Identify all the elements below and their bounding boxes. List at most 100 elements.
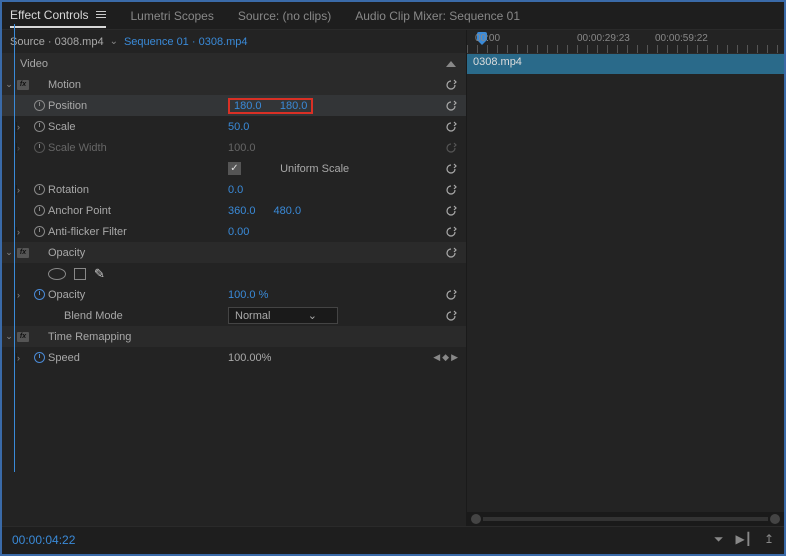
reset-icon[interactable] [444, 78, 458, 92]
chevron-down-icon[interactable] [5, 247, 13, 258]
scale-width-value: 100.0 [228, 142, 256, 154]
clip-bar[interactable]: 0308.mp4 [467, 54, 784, 74]
footer-bar: 00:00:04:22 ⏷ ▶┃ ↥ [2, 526, 784, 552]
antiflicker-label: Anti-flicker Filter [48, 226, 228, 238]
scale-width-row: Scale Width 100.0 [2, 137, 466, 158]
reset-icon[interactable] [444, 246, 458, 260]
opacity-effect-header[interactable]: Opacity [2, 242, 466, 263]
opacity-value[interactable]: 100.0 % [228, 289, 268, 301]
reset-icon[interactable] [444, 99, 458, 113]
position-row[interactable]: Position 180.0 180.0 [2, 95, 466, 116]
fx-badge-icon[interactable] [17, 332, 29, 342]
rect-mask-icon[interactable] [74, 268, 86, 280]
export-icon[interactable]: ↥ [764, 532, 774, 547]
collapse-icon[interactable] [446, 61, 456, 67]
chevron-down-icon[interactable] [5, 79, 13, 90]
tab-audio-mixer[interactable]: Audio Clip Mixer: Sequence 01 [355, 5, 520, 27]
mask-tools-row: ✎ [2, 263, 466, 284]
rotation-row[interactable]: Rotation 0.0 [2, 179, 466, 200]
pen-mask-icon[interactable]: ✎ [94, 266, 105, 282]
timeline-panel: 00:00 00:00:29:23 00:00:59:22 0308.mp4 [466, 30, 784, 526]
rotation-value[interactable]: 0.0 [228, 184, 243, 196]
reset-icon[interactable] [444, 183, 458, 197]
effect-controls-panel: Source · 0308.mp4 ⌄ Sequence 01 · 0308.m… [2, 30, 466, 526]
stopwatch-icon[interactable] [34, 205, 45, 216]
time-remap-label: Time Remapping [48, 331, 228, 343]
keyframe-nav: ◀◆▶ [433, 352, 458, 363]
stopwatch-icon[interactable] [34, 100, 45, 111]
add-keyframe-icon[interactable]: ◆ [442, 352, 449, 363]
speed-value: 100.00% [228, 352, 271, 364]
source-breadcrumb: Source · 0308.mp4 ⌄ Sequence 01 · 0308.m… [2, 30, 466, 54]
footer-icons: ⏷ ▶┃ ↥ [714, 532, 774, 547]
stopwatch-icon[interactable] [34, 289, 45, 300]
blend-mode-select[interactable]: Normal⌄ [228, 307, 338, 324]
opacity-value-row[interactable]: Opacity 100.0 % [2, 284, 466, 305]
rotation-label: Rotation [48, 184, 228, 196]
anchor-point-row[interactable]: Anchor Point 360.0480.0 [2, 200, 466, 221]
reset-icon[interactable] [444, 225, 458, 239]
stopwatch-icon[interactable] [34, 226, 45, 237]
reset-icon[interactable] [444, 204, 458, 218]
scroll-track[interactable] [483, 517, 768, 521]
uniform-scale-row[interactable]: ✓ Uniform Scale [2, 158, 466, 179]
play-icon[interactable]: ▶┃ [735, 532, 751, 547]
opacity-prop-label: Opacity [48, 289, 228, 301]
tab-lumetri-scopes[interactable]: Lumetri Scopes [130, 5, 213, 27]
prev-keyframe-icon[interactable]: ◀ [433, 352, 440, 363]
sequence-link[interactable]: Sequence 01 · 0308.mp4 [124, 36, 248, 48]
position-x-value[interactable]: 180.0 [234, 100, 262, 112]
scale-value[interactable]: 50.0 [228, 121, 249, 133]
reset-icon[interactable] [444, 120, 458, 134]
scale-width-label: Scale Width [48, 142, 228, 154]
scroll-handle-left[interactable] [471, 514, 481, 524]
ellipse-mask-icon[interactable] [48, 268, 66, 280]
playhead-line [14, 24, 15, 472]
chevron-right-icon[interactable] [16, 290, 30, 300]
chevron-right-icon[interactable] [16, 185, 30, 195]
anchor-y-value[interactable]: 480.0 [274, 205, 302, 217]
motion-effect-header[interactable]: Motion [2, 74, 466, 95]
timeline-body[interactable] [467, 74, 784, 512]
scale-row[interactable]: Scale 50.0 [2, 116, 466, 137]
tab-source[interactable]: Source: (no clips) [238, 5, 331, 27]
chevron-right-icon[interactable] [16, 122, 30, 132]
scale-label: Scale [48, 121, 228, 133]
time-remap-header[interactable]: Time Remapping [2, 326, 466, 347]
blend-mode-row[interactable]: Blend Mode Normal⌄ [2, 305, 466, 326]
reset-icon[interactable] [444, 288, 458, 302]
uniform-scale-label: Uniform Scale [280, 163, 349, 175]
timeline-zoom-scrollbar[interactable] [467, 512, 784, 526]
reset-icon[interactable] [444, 162, 458, 176]
timeline-ruler[interactable]: 00:00 00:00:29:23 00:00:59:22 [467, 30, 784, 54]
position-values-highlighted: 180.0 180.0 [228, 98, 313, 114]
position-y-value[interactable]: 180.0 [280, 100, 308, 112]
fx-badge-icon[interactable] [17, 80, 29, 90]
panel-menu-icon[interactable] [96, 11, 106, 18]
chevron-right-icon[interactable] [16, 227, 30, 237]
scroll-handle-right[interactable] [770, 514, 780, 524]
chevron-right-icon[interactable] [16, 353, 30, 363]
anchor-x-value[interactable]: 360.0 [228, 205, 256, 217]
antiflicker-value[interactable]: 0.00 [228, 226, 249, 238]
motion-label: Motion [48, 79, 228, 91]
stopwatch-icon[interactable] [34, 184, 45, 195]
stopwatch-icon [34, 142, 45, 153]
uniform-scale-checkbox[interactable]: ✓ [228, 162, 241, 175]
next-keyframe-icon[interactable]: ▶ [451, 352, 458, 363]
reset-icon[interactable] [444, 309, 458, 323]
tab-effect-controls[interactable]: Effect Controls [10, 4, 106, 28]
speed-row[interactable]: Speed 100.00% ◀◆▶ [2, 347, 466, 368]
timecode-mark: 00:00:59:22 [655, 33, 708, 44]
chevron-down-icon[interactable] [5, 331, 13, 342]
timecode-mark: 00:00 [475, 33, 500, 44]
fx-badge-icon[interactable] [17, 248, 29, 258]
position-label: Position [48, 100, 228, 112]
stopwatch-icon[interactable] [34, 121, 45, 132]
chevron-down-icon[interactable]: ⌄ [110, 36, 118, 47]
current-timecode[interactable]: 00:00:04:22 [12, 533, 75, 547]
reset-icon [444, 141, 458, 155]
stopwatch-icon[interactable] [34, 352, 45, 363]
filter-icon[interactable]: ⏷ [714, 532, 724, 547]
antiflicker-row[interactable]: Anti-flicker Filter 0.00 [2, 221, 466, 242]
